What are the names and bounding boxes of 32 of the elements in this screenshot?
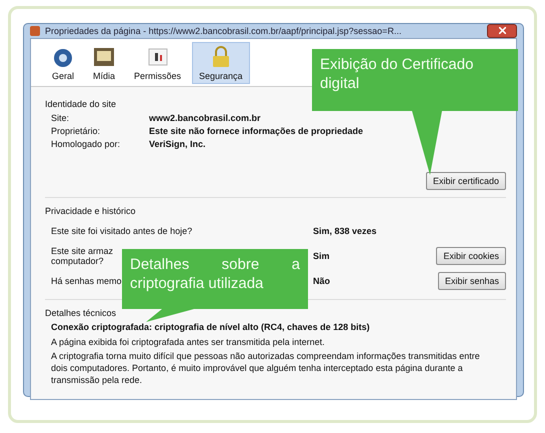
answer-text: Não bbox=[313, 276, 332, 286]
details-text: Conexão criptografada: criptografia de nível alto (RC4, chaves de 128 bits) bbox=[51, 322, 371, 334]
callout-pointer bbox=[146, 309, 194, 322]
answer-text: Sim bbox=[313, 251, 331, 261]
details-text: A criptografia torna muito difícil que pessoas não autorizadas compreendam informações transmitidas entre dois computadores. Portanto, é muito improvável que alguém tenha interceptado esta página durante a transmissão pela rede. bbox=[51, 351, 481, 386]
field-value: VeriSign, Inc. bbox=[149, 139, 207, 149]
picture-icon bbox=[92, 45, 116, 69]
question-text: Há senhas memo bbox=[51, 276, 122, 286]
tab[interactable]: Geral bbox=[45, 42, 82, 84]
field-label: Site: bbox=[51, 113, 70, 123]
close-button[interactable] bbox=[487, 24, 517, 38]
answer-text: Sim, 838 vezes bbox=[313, 226, 378, 236]
privacy-button[interactable]: Exibir cookies bbox=[436, 247, 506, 265]
question-text: Este site armaz bbox=[51, 246, 114, 256]
field-label: Homologado por: bbox=[51, 139, 122, 149]
close-icon bbox=[498, 27, 506, 34]
window-title: Propriedades da página - https://www2.bancobrasil.com.br/aapf/principal.jsp?sessao=R... bbox=[45, 26, 402, 36]
privacy-button[interactable]: Exibir senhas bbox=[438, 272, 506, 290]
field-label: Proprietário: bbox=[51, 126, 102, 136]
app-icon bbox=[30, 26, 40, 36]
view-certificate-button[interactable]: Exibir certificado bbox=[426, 172, 506, 190]
tab[interactable]: Mídia bbox=[85, 42, 124, 84]
tab[interactable]: Permissões bbox=[127, 42, 188, 84]
section-heading: Detalhes técnicos bbox=[45, 308, 116, 318]
question-text: computador? bbox=[51, 256, 104, 266]
field-value: www2.bancobrasil.com.br bbox=[149, 113, 262, 123]
question-text: Este site foi visitado antes de hoje? bbox=[51, 226, 192, 236]
tab[interactable]: Segurança bbox=[192, 42, 250, 84]
details-text: A página exibida foi criptografada antes ser transmitida pela internet. bbox=[51, 336, 326, 348]
section-heading: Privacidade e histórico bbox=[45, 206, 136, 216]
field-value: Este site não fornece informações de propriedade bbox=[149, 126, 364, 136]
section-heading: Identidade do site bbox=[45, 99, 116, 109]
